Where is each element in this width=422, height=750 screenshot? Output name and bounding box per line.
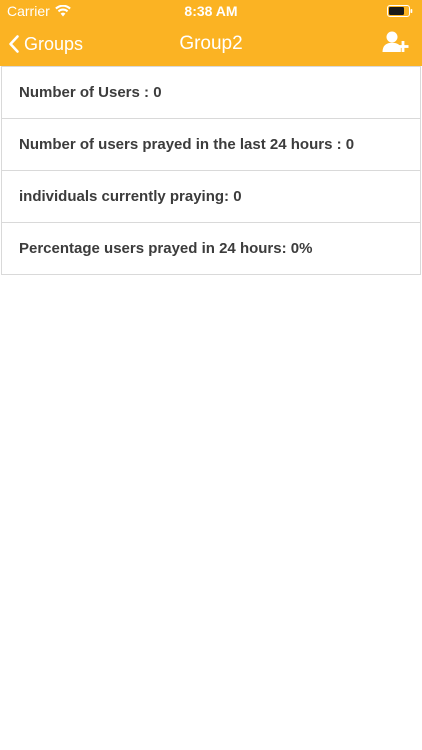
status-bar: Carrier 8:38 AM: [0, 0, 422, 22]
add-user-icon: [382, 30, 410, 56]
stat-label: Percentage users prayed in 24 hours: 0%: [19, 240, 313, 257]
status-time: 8:38 AM: [184, 3, 238, 19]
stat-row-percentage-prayed: Percentage users prayed in 24 hours: 0%: [1, 223, 421, 275]
page-title: Group2: [179, 33, 243, 54]
stat-row-users-prayed-24h: Number of users prayed in the last 24 ho…: [1, 119, 421, 171]
navigation-bar: Groups Group2: [0, 22, 422, 66]
header-bar: Carrier 8:38 AM Groups Group2: [0, 0, 422, 66]
stat-row-currently-praying: individuals currently praying: 0: [1, 171, 421, 223]
battery-icon: [387, 5, 413, 17]
stat-label: individuals currently praying: 0: [19, 188, 242, 205]
stat-row-number-of-users: Number of Users : 0: [1, 66, 421, 119]
stat-label: Number of users prayed in the last 24 ho…: [19, 136, 355, 153]
add-user-button[interactable]: [382, 30, 410, 56]
app-screen: Carrier 8:38 AM Groups Group2 Number of …: [0, 0, 422, 750]
group-stats-list: Number of Users : 0 Number of users pray…: [0, 66, 422, 275]
stat-label: Number of Users : 0: [19, 84, 162, 101]
